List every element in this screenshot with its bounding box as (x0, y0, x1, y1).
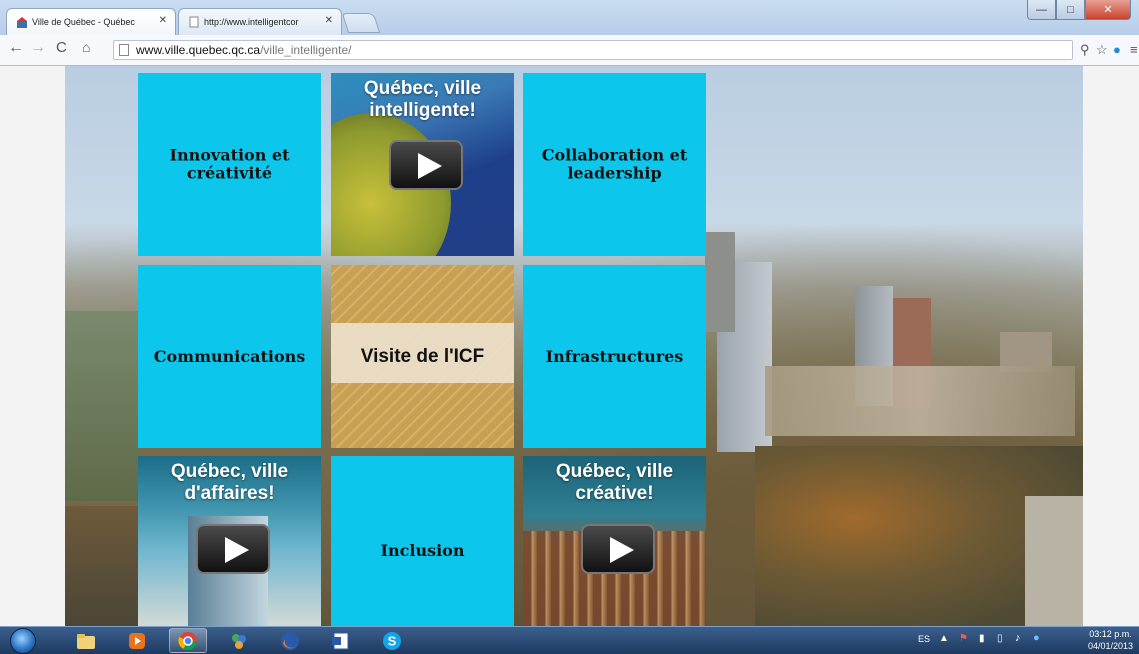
video-tile-business-city[interactable]: Québec, ville d'affaires! (138, 456, 321, 626)
tile-label: Collaboration et leadership (541, 145, 688, 183)
building (705, 232, 735, 332)
url-text: www.ville.quebec.qc.ca/ville_intelligent… (136, 43, 352, 57)
network-icon[interactable]: ▮ (979, 633, 985, 644)
home-icon[interactable]: ⌂ (82, 39, 90, 55)
word-taskbar-button[interactable] (322, 628, 360, 653)
building (1025, 496, 1083, 626)
city-favicon-icon (17, 17, 27, 28)
trees (65, 506, 140, 626)
tile-infrastructures[interactable]: Infrastructures (523, 265, 706, 448)
clock[interactable]: 03:12 p.m. 04/01/2013 (1088, 628, 1133, 652)
video-tile-smart-city[interactable]: Québec, ville intelligente! (331, 73, 514, 256)
video-title: Québec, ville intelligente! (363, 78, 482, 121)
city-background: Innovation et créativité Québec, ville i… (65, 66, 1083, 626)
messenger-taskbar-button[interactable] (220, 628, 258, 653)
tab-title: Ville de Québec - Québec (32, 17, 135, 27)
video-title: Québec, ville créative! (555, 461, 674, 504)
tile-icf-visit[interactable]: Visite de l'ICF (331, 265, 514, 448)
address-bar[interactable]: www.ville.quebec.qc.ca/ville_intelligent… (113, 40, 1073, 60)
volume-icon[interactable]: ♪ (1015, 632, 1021, 644)
page-favicon-icon (189, 16, 199, 28)
system-tray: ES ▲ ⚑ ▮ ▯ ♪ ● 03:12 p.m. 04/01/2013 (909, 627, 1139, 654)
language-indicator[interactable]: ES (918, 634, 930, 644)
folder-icon (77, 633, 95, 649)
tile-label: Innovation et créativité (169, 145, 290, 183)
action-center-icon[interactable]: ⚑ (959, 633, 968, 644)
word-icon (332, 632, 349, 649)
clock-date: 04/01/2013 (1087, 641, 1133, 651)
video-tile-creative-city[interactable]: Québec, ville créative! (523, 456, 706, 626)
power-icon[interactable]: ▯ (997, 633, 1003, 644)
explorer-taskbar-button[interactable] (67, 628, 105, 653)
tile-label: Communications (153, 346, 306, 366)
play-icon[interactable] (581, 524, 655, 574)
tile-label: Infrastructures (545, 346, 684, 366)
menu-icon[interactable]: ≡ (1130, 42, 1138, 57)
chrome-taskbar-button[interactable] (169, 628, 207, 653)
close-window-button[interactable]: ✕ (1085, 0, 1131, 20)
chrome-icon (178, 631, 197, 650)
skype-icon: S (383, 631, 401, 650)
firefox-taskbar-button[interactable] (271, 628, 309, 653)
forward-icon[interactable]: → (30, 39, 46, 57)
tab-close-icon[interactable]: ✕ (325, 15, 333, 26)
tile-innovation[interactable]: Innovation et créativité (138, 73, 321, 256)
play-icon[interactable] (196, 524, 270, 574)
skype-tray-icon[interactable]: ● (1033, 632, 1040, 644)
web-page: Innovation et créativité Québec, ville i… (0, 66, 1139, 626)
windows-taskbar: S ES ▲ ⚑ ▮ ▯ ♪ ● 03:12 p.m. 04/01/2013 (0, 626, 1139, 654)
tab-intelligentcommunity[interactable]: http://www.intelligentcor ✕ (178, 8, 342, 35)
tab-strip: Ville de Québec - Québec ✕ http://www.in… (0, 0, 1139, 35)
messenger-icon (232, 633, 246, 649)
page-icon (119, 44, 129, 56)
minimize-button[interactable]: — (1027, 0, 1056, 20)
show-hidden-icons-icon[interactable]: ▲ (939, 633, 949, 644)
media-player-taskbar-button[interactable] (118, 628, 156, 653)
play-icon[interactable] (389, 140, 463, 190)
tab-ville-de-quebec[interactable]: Ville de Québec - Québec ✕ (6, 8, 176, 35)
clock-time: 03:12 p.m. (1089, 629, 1132, 639)
tile-collaboration[interactable]: Collaboration et leadership (523, 73, 706, 256)
skype-taskbar-button[interactable]: S (373, 628, 411, 653)
browser-toolbar: ← → C ⌂ www.ville.quebec.qc.ca/ville_int… (0, 35, 1139, 66)
back-icon[interactable]: ← (8, 39, 24, 57)
reload-icon[interactable]: C (56, 39, 67, 56)
tile-label: Visite de l'ICF (360, 345, 485, 367)
old-city (765, 366, 1075, 436)
media-player-icon (129, 632, 145, 649)
start-button[interactable] (10, 628, 36, 654)
tile-communications[interactable]: Communications (138, 265, 321, 448)
new-tab-button[interactable] (341, 13, 381, 33)
video-title: Québec, ville d'affaires! (170, 461, 289, 504)
hill (65, 311, 140, 501)
skype-extension-icon[interactable]: ● (1113, 42, 1121, 57)
zoom-icon[interactable]: ⚲ (1080, 42, 1090, 58)
tile-inclusion[interactable]: Inclusion (331, 456, 514, 626)
svg-text:S: S (388, 633, 397, 648)
tab-title: http://www.intelligentcor (204, 17, 299, 27)
maximize-button[interactable]: □ (1056, 0, 1085, 20)
firefox-icon (281, 631, 299, 650)
tab-close-icon[interactable]: ✕ (159, 15, 167, 26)
bookmark-star-icon[interactable]: ☆ (1096, 42, 1108, 58)
tile-label: Inclusion (380, 540, 465, 560)
window-controls: — □ ✕ (1027, 0, 1131, 20)
